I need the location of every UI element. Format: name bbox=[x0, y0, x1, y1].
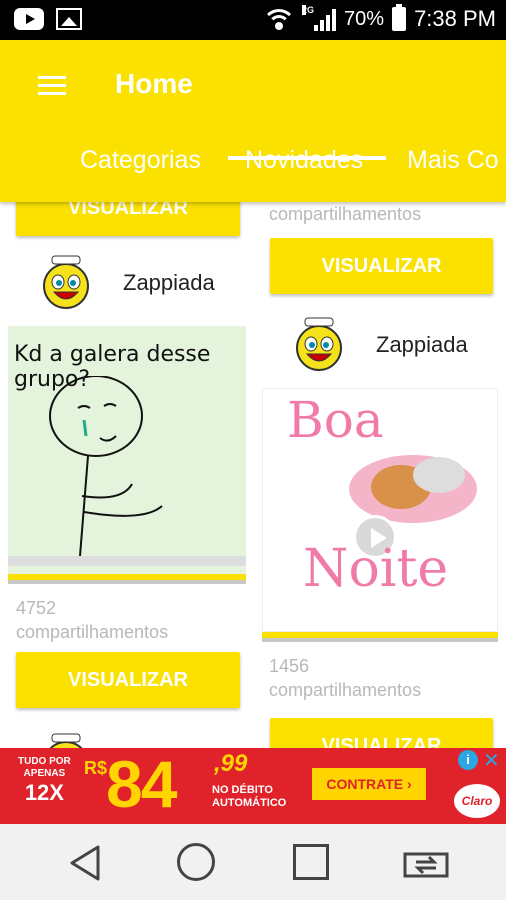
home-circle-icon[interactable] bbox=[177, 843, 215, 881]
switch-apps-icon[interactable] bbox=[402, 846, 450, 880]
post-username: Zappiada bbox=[123, 270, 215, 295]
battery-icon bbox=[392, 4, 407, 31]
recent-apps-square-icon[interactable] bbox=[293, 844, 329, 880]
ad-currency: R$ bbox=[84, 758, 108, 778]
ad-brand-logo: Claro bbox=[454, 784, 500, 818]
zappiada-avatar-icon[interactable] bbox=[291, 316, 347, 372]
hamburger-menu-icon[interactable] bbox=[38, 74, 66, 96]
system-nav-bar bbox=[0, 824, 506, 900]
share-count-label: compartilhamentos bbox=[269, 204, 422, 224]
share-count: 4752 compartilhamentos bbox=[16, 598, 169, 642]
ad-info-icon[interactable]: i bbox=[458, 750, 478, 770]
app-bar: Home Categorias Novidades Mais Co bbox=[0, 40, 506, 202]
ad-close-icon[interactable]: ✕ bbox=[483, 748, 500, 773]
tab-mais-compartilhados[interactable]: Mais Co bbox=[407, 146, 499, 175]
post-username: Zappiada bbox=[376, 332, 468, 357]
tab-categorias[interactable]: Categorias bbox=[80, 146, 201, 175]
post-divider bbox=[8, 574, 246, 584]
post-divider bbox=[262, 632, 498, 642]
page-title: Home bbox=[115, 68, 193, 99]
youtube-notification-icon bbox=[14, 8, 44, 30]
ad-banner[interactable]: TUDO POR APENAS 12X R$ 84 ,99 NO DÉBITO … bbox=[0, 748, 506, 824]
battery-percent: 70% bbox=[344, 7, 385, 30]
stick-figure-drawing bbox=[8, 376, 246, 566]
image-notification-icon bbox=[56, 8, 82, 30]
zappiada-avatar-icon[interactable] bbox=[38, 732, 94, 748]
ad-promo-text: TUDO POR APENAS 12X bbox=[18, 756, 71, 805]
visualizar-button[interactable]: VISUALIZAR bbox=[16, 652, 240, 708]
ad-cta-button[interactable]: CONTRATE › bbox=[312, 768, 426, 800]
image-text-noite: Noite bbox=[303, 539, 449, 599]
signal-icon: 2G bbox=[302, 5, 337, 31]
clock: 7:38 PM bbox=[414, 6, 496, 31]
meme-image[interactable]: Kd a galera desse grupo? bbox=[8, 326, 246, 574]
ad-price: 84 bbox=[106, 748, 177, 821]
visualizar-button[interactable]: VISUALIZAR bbox=[270, 718, 493, 748]
status-bar: 2G 70% 7:38 PM bbox=[0, 0, 506, 40]
ad-price-cents: ,99 bbox=[214, 750, 248, 777]
ad-payment-text: NO DÉBITO AUTOMÁTICO bbox=[212, 784, 287, 809]
back-triangle-icon[interactable] bbox=[68, 844, 102, 882]
visualizar-button[interactable]: VISUALIZAR bbox=[270, 238, 493, 294]
wifi-icon bbox=[262, 7, 297, 31]
zappiada-avatar-icon[interactable] bbox=[38, 254, 94, 310]
tab-novidades[interactable]: Novidades bbox=[245, 146, 363, 175]
visualizar-button[interactable]: VISUALIZAR bbox=[16, 202, 240, 236]
tab-strip: Categorias Novidades Mais Co bbox=[0, 144, 506, 202]
feed-grid[interactable]: VISUALIZAR Zappiada Kd a galera desse gr… bbox=[0, 202, 506, 748]
tab-selected-indicator bbox=[228, 156, 386, 160]
network-type-label: 2G bbox=[302, 5, 315, 15]
share-count: 1456 compartilhamentos bbox=[269, 656, 422, 700]
boa-noite-image[interactable]: Boa Noite bbox=[262, 388, 498, 632]
